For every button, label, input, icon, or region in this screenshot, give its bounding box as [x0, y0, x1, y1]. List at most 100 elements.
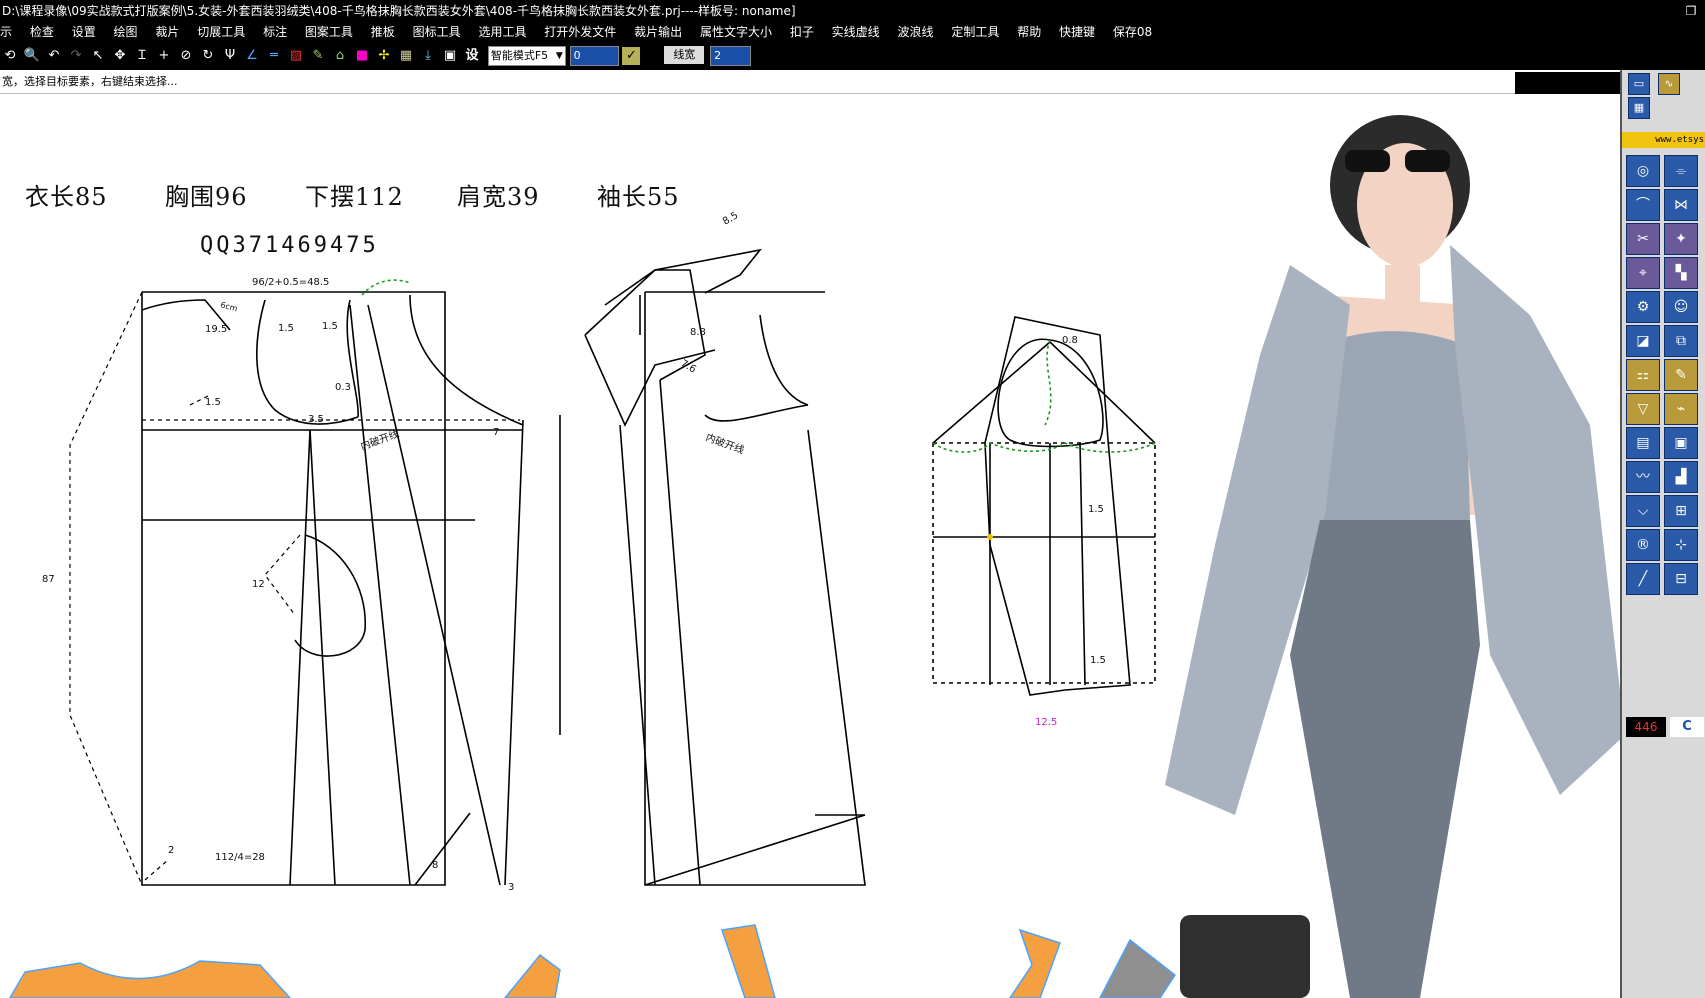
menu-item-buttons[interactable]: 扣子 — [783, 22, 821, 42]
confirm-icon[interactable]: ✓ — [622, 47, 641, 65]
pleat-tool-icon[interactable]: ⌯ — [1664, 155, 1698, 187]
panel-url: www.etsys — [1622, 132, 1705, 148]
panel-grid-icon[interactable]: ▦ — [1628, 97, 1650, 119]
menu-item-settings[interactable]: 设置 — [65, 22, 103, 42]
drop-down-icon[interactable]: ⤓ — [418, 45, 438, 67]
side-seam — [504, 419, 524, 886]
curve-tool-icon[interactable]: ⌒ — [1626, 189, 1660, 221]
drawing-canvas[interactable]: 衣长85 胸围96 下摆112 肩宽39 袖长55 QQ371469475 96… — [0, 95, 1620, 998]
menu-item-icon-tools[interactable]: 图标工具 — [406, 22, 468, 42]
measure-icon[interactable]: ⊘ — [176, 45, 196, 67]
status-prompt: 宽，选择目标要素，右键结束选择... — [2, 75, 178, 88]
bucket-tool-icon[interactable]: ◪ — [1626, 325, 1660, 357]
monitor-tool-icon[interactable]: ▣ — [1664, 427, 1698, 459]
blue-grid-icon[interactable]: ⊟ — [1664, 563, 1698, 595]
line-tool-icon[interactable]: ╱ — [1626, 563, 1660, 595]
undo-icon[interactable]: ↶ — [44, 45, 64, 67]
trouser-tool-icon[interactable]: ⧉ — [1664, 325, 1698, 357]
fork-icon[interactable]: Ψ — [220, 45, 240, 67]
label-hem-right: 8 — [432, 860, 438, 871]
color-block-icon[interactable]: ■ — [352, 45, 372, 67]
person-tool-icon[interactable]: ☺ — [1664, 291, 1698, 323]
pencil-tool-icon[interactable]: ✎ — [1664, 359, 1698, 391]
cross-icon[interactable]: + — [154, 45, 174, 67]
align-icon[interactable]: Ɪ — [132, 45, 152, 67]
menu-item-slash-tools[interactable]: 切展工具 — [190, 22, 252, 42]
title-bar: D:\课程录像\09实战款式打版案例\5.女装-外套西装羽绒类\408-千鸟格抹… — [0, 0, 1705, 22]
menu-item-help[interactable]: 帮助 — [1010, 22, 1048, 42]
menu-item-shortcuts[interactable]: 快捷键 — [1052, 22, 1102, 42]
menu-item-select-tools[interactable]: 选用工具 — [471, 22, 533, 42]
align-grid-icon[interactable]: ⊞ — [1664, 495, 1698, 527]
label-side-a: 1.5 — [205, 397, 221, 408]
front-body-piece — [559, 248, 866, 886]
model-photo — [1165, 115, 1620, 998]
model-handbag — [1180, 915, 1310, 998]
angle-icon[interactable]: ∠ — [242, 45, 262, 67]
model-jeans — [1290, 520, 1480, 998]
menu-item-grading[interactable]: 推板 — [364, 22, 402, 42]
menu-item-annotate[interactable]: 标注 — [256, 22, 294, 42]
hem-offset-mark — [144, 859, 169, 881]
pen-icon[interactable]: ✎ — [308, 45, 328, 67]
zoom-tool-icon[interactable]: 🔍 — [22, 45, 42, 67]
front-armhole-curve — [346, 299, 359, 418]
back-armhole — [256, 299, 359, 425]
dart-tool-icon[interactable]: ◎ — [1626, 155, 1660, 187]
menu-item-pattern-tools[interactable]: 图案工具 — [298, 22, 360, 42]
wave-tool-icon[interactable]: 〰 — [1626, 461, 1660, 493]
menu-item-pieces[interactable]: 裁片 — [148, 22, 186, 42]
menu-item-line-style[interactable]: 实线虚线 — [825, 22, 887, 42]
menu-item-text-size[interactable]: 属性文字大小 — [693, 22, 779, 42]
menu-item-piece-output[interactable]: 裁片输出 — [627, 22, 689, 42]
star-tool-icon[interactable]: ✦ — [1664, 223, 1698, 255]
triangle-tool-icon[interactable]: ▽ — [1626, 393, 1660, 425]
notch-tool-icon[interactable]: ⌵ — [1626, 495, 1660, 527]
menu-item-display[interactable]: 示 — [0, 22, 19, 42]
pocket-dim-mark — [264, 534, 301, 616]
panel-curve-icon[interactable]: ∿ — [1657, 73, 1680, 95]
menu-item-custom-tools[interactable]: 定制工具 — [944, 22, 1006, 42]
line-width-label: 线宽 — [664, 46, 705, 64]
move-icon[interactable]: ✥ — [110, 45, 130, 67]
menu-item-open-external[interactable]: 打开外发文件 — [537, 22, 623, 42]
menu-item-wave-line[interactable]: 波浪线 — [891, 22, 941, 42]
label-shoulder-a: 1.5 — [278, 323, 294, 334]
star-arrow-icon[interactable]: ✢ — [374, 45, 394, 67]
chart-tool-icon[interactable]: ▟ — [1664, 461, 1698, 493]
scissors-tool-icon[interactable]: ✂ — [1626, 223, 1660, 255]
grid-fill-icon[interactable]: ▦ — [396, 45, 416, 67]
panel-window-icon[interactable]: ▭ — [1628, 73, 1650, 95]
rotate-piece-icon[interactable]: ↻ — [198, 45, 218, 67]
menu-item-save[interactable]: 保存08 — [1106, 22, 1159, 42]
checker-tool-icon[interactable]: ▚ — [1664, 257, 1698, 289]
restore-icon[interactable]: ❐ — [1677, 0, 1705, 22]
value-input[interactable]: 0 — [569, 46, 619, 66]
pin-tool-icon[interactable]: ⌖ — [1626, 257, 1660, 289]
sewing-machine-icon[interactable]: ⚙ — [1626, 291, 1660, 323]
node-tool-icon[interactable]: ⊹ — [1664, 529, 1698, 561]
menu-item-check[interactable]: 检查 — [23, 22, 61, 42]
rotate-tool-icon[interactable]: ⟲ — [0, 45, 20, 67]
label-collar-note: 6cm — [219, 300, 238, 313]
select-arrow-icon[interactable]: ↖ — [88, 45, 108, 67]
brush-tool-icon[interactable]: ⌁ — [1664, 393, 1698, 425]
hatch-icon[interactable]: ▨ — [286, 45, 306, 67]
mode-select[interactable]: 智能模式F5 ▼ — [487, 46, 566, 66]
rotate-circle-icon[interactable]: ® — [1626, 529, 1660, 561]
line-width-input[interactable]: 2 — [710, 46, 752, 66]
menu-item-draw[interactable]: 绘图 — [107, 22, 145, 42]
cut-pieces-strip — [9, 924, 1177, 998]
redo-icon[interactable]: ↷ — [66, 45, 86, 67]
ruler-tool-icon[interactable]: ⚏ — [1626, 359, 1660, 391]
layer-tool-icon[interactable]: ▤ — [1626, 427, 1660, 459]
length-dimension-line — [69, 291, 143, 886]
mirror-tool-icon[interactable]: ⋈ — [1664, 189, 1698, 221]
label-bust-formula: 96/2+0.5=48.5 — [252, 277, 329, 288]
frame-icon[interactable]: ▣ — [440, 45, 460, 67]
compass-icon[interactable]: ⌂ — [330, 45, 350, 67]
cut-piece-sleeve-facing — [1009, 928, 1061, 998]
settings-icon[interactable]: 设 — [462, 45, 482, 67]
parallel-line-icon[interactable]: ═ — [264, 45, 284, 67]
front-inner-line — [619, 424, 656, 886]
